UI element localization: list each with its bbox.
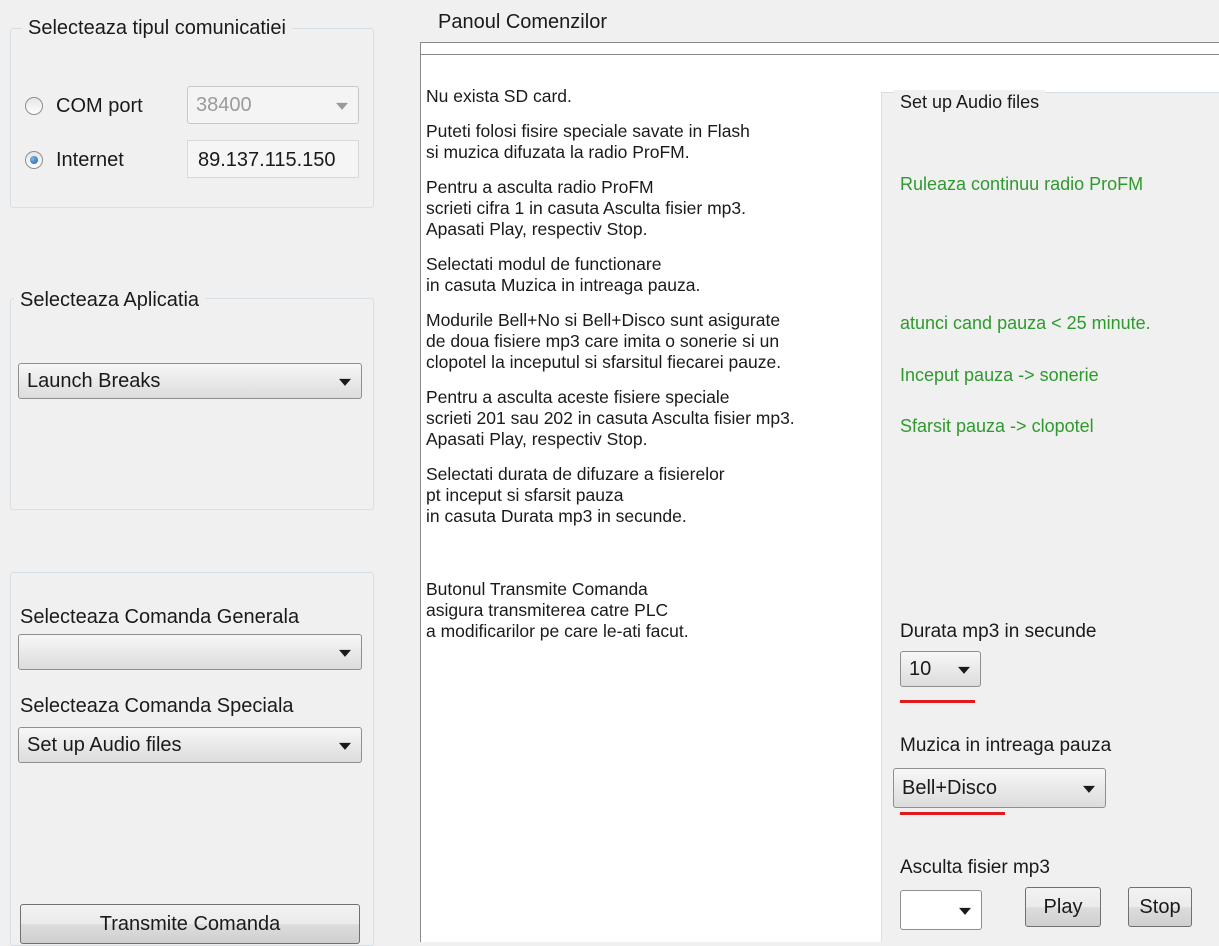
general-command-select[interactable]	[18, 634, 362, 670]
special-command-value: Set up Audio files	[27, 734, 182, 756]
duration-label: Durata mp3 in secunde	[900, 621, 1097, 642]
chevron-down-icon	[339, 742, 351, 750]
special-command-label: Selecteaza Comanda Speciala	[20, 695, 294, 717]
com-port-baud-select[interactable]: 38400	[187, 86, 359, 124]
duration-red-underline	[900, 700, 975, 703]
chevron-down-icon	[959, 907, 971, 915]
status-pause-text: atunci cand pauza < 25 minute.	[900, 313, 1151, 333]
music-select[interactable]: Bell+Disco	[893, 768, 1106, 808]
music-red-underline	[900, 812, 1005, 815]
audio-setup-title: Set up Audio files	[894, 90, 1046, 114]
stop-button[interactable]: Stop	[1128, 887, 1192, 927]
instruction-paragraph: Butonul Transmite Comanda asigura transm…	[426, 579, 689, 641]
command-panel-left-border	[420, 54, 421, 941]
special-command-select[interactable]: Set up Audio files	[18, 727, 362, 763]
internet-address-value: 89.137.115.150	[198, 149, 336, 171]
com-port-radio[interactable]	[25, 97, 43, 115]
instruction-paragraph: Pentru a asculta radio ProFM scrieti cif…	[426, 177, 746, 239]
command-panel-divider	[420, 54, 1219, 55]
instruction-paragraph: Puteti folosi fisire speciale savate in …	[426, 121, 750, 162]
transmit-command-button[interactable]: Transmite Comanda	[20, 904, 360, 944]
music-label: Muzica in intreaga pauza	[900, 735, 1112, 756]
instruction-paragraph: Modurile Bell+No si Bell+Disco sunt asig…	[426, 310, 782, 372]
application-select[interactable]: Launch Breaks	[18, 363, 362, 399]
status-end-text: Sfarsit pauza -> clopotel	[900, 416, 1094, 436]
play-button[interactable]: Play	[1025, 887, 1101, 927]
instruction-paragraph: Selectati modul de functionare in casuta…	[426, 254, 701, 295]
application-group	[10, 298, 374, 510]
status-start-text: Inceput pauza -> sonerie	[900, 365, 1099, 385]
listen-select[interactable]	[900, 890, 982, 930]
instructions-text: Nu exista SD card. Puteti folosi fisire …	[426, 86, 876, 656]
instruction-paragraph: Selectati durata de difuzare a fisierelo…	[426, 464, 725, 526]
chevron-down-icon	[958, 666, 970, 674]
instruction-paragraph: Pentru a asculta aceste fisiere speciale…	[426, 387, 795, 449]
application-group-title: Selecteaza Aplicatia	[14, 288, 206, 312]
chevron-down-icon	[1083, 785, 1095, 793]
command-panel-title-text: Panoul Comenzilor	[432, 10, 613, 34]
chevron-down-icon	[339, 378, 351, 386]
duration-value: 10	[909, 658, 932, 680]
application-select-value: Launch Breaks	[27, 370, 161, 392]
duration-select[interactable]: 10	[900, 651, 981, 687]
chevron-down-icon	[339, 649, 351, 657]
listen-label: Asculta fisier mp3	[900, 857, 1050, 878]
music-value: Bell+Disco	[902, 777, 998, 799]
communication-group-title: Selecteaza tipul comunicatiei	[22, 16, 292, 40]
internet-radio[interactable]	[25, 151, 43, 169]
internet-address-field[interactable]: 89.137.115.150	[187, 140, 359, 178]
com-port-label[interactable]: COM port	[56, 94, 143, 118]
status-radio-text: Ruleaza continuu radio ProFM	[900, 174, 1144, 194]
com-port-baud-value: 38400	[196, 94, 252, 116]
general-command-label: Selecteaza Comanda Generala	[20, 606, 300, 628]
chevron-down-icon	[336, 102, 348, 110]
instruction-paragraph: Nu exista SD card.	[426, 86, 572, 106]
internet-label[interactable]: Internet	[56, 148, 124, 172]
